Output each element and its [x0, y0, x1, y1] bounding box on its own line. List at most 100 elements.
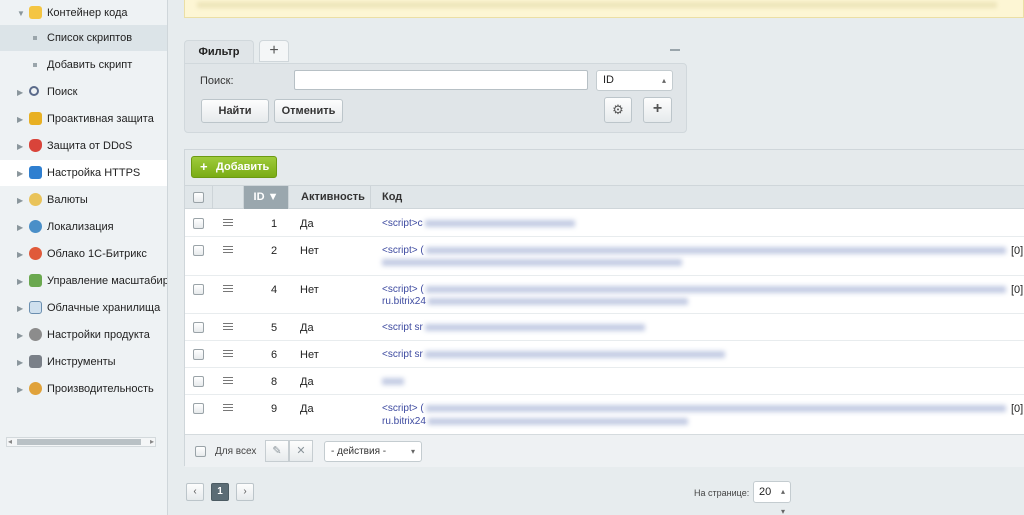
row-checkbox[interactable] — [193, 284, 204, 295]
collapse-filter-icon[interactable] — [670, 43, 680, 53]
drag-handle-icon[interactable] — [223, 246, 233, 255]
add-filter-field-button[interactable]: + — [643, 97, 672, 123]
sidebar-item-label: Облачные хранилища — [47, 302, 161, 314]
drag-handle-icon[interactable] — [223, 377, 233, 386]
storage-icon — [29, 301, 42, 314]
gear-icon[interactable]: ⚙ — [604, 97, 632, 123]
shield-icon — [29, 139, 42, 152]
chevron-right-icon[interactable]: ▶ — [17, 277, 23, 286]
scrollbar-thumb[interactable] — [17, 439, 141, 445]
select-all-checkbox[interactable] — [193, 192, 204, 203]
sidebar-item-script-list[interactable]: Список скриптов — [0, 25, 167, 51]
row-code[interactable]: <script> ( — [382, 403, 1006, 414]
chevron-right-icon[interactable]: ▶ — [17, 196, 23, 205]
sidebar-item-https[interactable]: ▶ Настройка HTTPS — [0, 160, 167, 186]
drag-handle-icon[interactable] — [223, 350, 233, 359]
chevron-right-icon[interactable]: ▶ — [17, 331, 23, 340]
chevron-right-icon[interactable]: ▶ — [17, 169, 23, 178]
chevron-right-icon[interactable]: ▶ — [17, 142, 23, 151]
chevron-down-icon[interactable]: ▼ — [17, 9, 25, 18]
row-code[interactable]: <script> ( — [382, 245, 1006, 256]
cloud-icon — [29, 247, 42, 260]
chevron-right-icon[interactable]: ▶ — [17, 223, 23, 232]
sidebar-item-label: Настройки продукта — [47, 329, 150, 341]
row-code[interactable]: <script sr — [382, 322, 645, 333]
per-page-select[interactable]: 20 ▴ ▾ — [753, 481, 791, 515]
table-row[interactable]: 4 Нет <script> ( ru.bitrix24 [0]; — [185, 276, 1024, 314]
apply-all-checkbox[interactable] — [195, 446, 206, 457]
page-1-button[interactable]: 1 — [211, 483, 229, 501]
list-footer: Для всех ✎ ✕ - действия - ▾ — [185, 434, 1024, 467]
scroll-right-icon[interactable]: ▸ — [150, 437, 154, 446]
add-script-button[interactable]: + Добавить — [191, 156, 277, 178]
next-page-button[interactable]: › — [236, 483, 254, 501]
chevron-right-icon[interactable]: ▶ — [17, 385, 23, 394]
row-code[interactable]: <script> ( — [382, 284, 1006, 295]
sidebar-item-performance[interactable]: ▶ Производительность — [0, 376, 167, 402]
sidebar-item-code-container[interactable]: ▼ Контейнер кода — [0, 0, 167, 26]
row-checkbox[interactable] — [193, 403, 204, 414]
search-input[interactable] — [294, 70, 588, 90]
sidebar-item-proactive[interactable]: ▶ Проактивная защита — [0, 106, 167, 132]
table-row[interactable]: 1 Да <script>c — [185, 210, 1024, 237]
row-checkbox[interactable] — [193, 322, 204, 333]
chevron-right-icon[interactable]: ▶ — [17, 358, 23, 367]
column-header-active[interactable]: Активность — [289, 186, 371, 209]
find-button[interactable]: Найти — [201, 99, 269, 123]
https-lock-icon — [29, 166, 42, 179]
speedometer-icon — [29, 382, 42, 395]
actions-select[interactable]: - действия - ▾ — [324, 441, 422, 462]
sidebar-item-ddos[interactable]: ▶ Защита от DDoS — [0, 133, 167, 159]
row-code[interactable] — [382, 376, 404, 387]
sidebar-item-cloud-storage[interactable]: ▶ Облачные хранилища — [0, 295, 167, 321]
table-row[interactable]: 5 Да <script sr — [185, 314, 1024, 341]
blurred-code — [427, 297, 688, 305]
drag-handle-icon[interactable] — [223, 219, 233, 228]
scroll-left-icon[interactable]: ◂ — [8, 437, 12, 446]
cancel-button[interactable]: Отменить — [274, 99, 343, 123]
table-row[interactable]: 2 Нет <script> ( [0]; — [185, 237, 1024, 276]
row-checkbox[interactable] — [193, 349, 204, 360]
blurred-code — [427, 417, 688, 425]
row-active: Да — [300, 218, 314, 230]
row-checkbox[interactable] — [193, 245, 204, 256]
sidebar-item-add-script[interactable]: Добавить скрипт — [0, 52, 167, 78]
row-id: 6 — [271, 349, 278, 361]
sidebar-item-bitrix-cloud[interactable]: ▶ Облако 1С-Битрикс — [0, 241, 167, 267]
row-code-line2-text: ru.bitrix24 — [382, 296, 426, 307]
row-checkbox[interactable] — [193, 218, 204, 229]
apply-all-label: Для всех — [215, 446, 257, 457]
delete-icon[interactable]: ✕ — [289, 440, 313, 462]
sidebar-item-currency[interactable]: ▶ Валюты — [0, 187, 167, 213]
row-checkbox[interactable] — [193, 376, 204, 387]
table-row[interactable]: 8 Да — [185, 368, 1024, 395]
edit-icon[interactable]: ✎ — [265, 440, 289, 462]
drag-handle-icon[interactable] — [223, 404, 233, 413]
search-field-select[interactable]: ID ▴▾ — [596, 70, 673, 104]
table-row[interactable]: 6 Нет <script sr — [185, 341, 1024, 368]
sidebar-item-label: Список скриптов — [47, 32, 133, 44]
row-code-line2: ru.bitrix24 — [382, 296, 688, 307]
chevron-right-icon[interactable]: ▶ — [17, 304, 23, 313]
add-filter-tab-button[interactable]: + — [259, 40, 289, 62]
sidebar-item-search[interactable]: ▶ Поиск — [0, 79, 167, 105]
sidebar-horizontal-scrollbar[interactable]: ◂ ▸ — [6, 437, 156, 447]
sidebar-item-localization[interactable]: ▶ Локализация — [0, 214, 167, 240]
chevron-right-icon[interactable]: ▶ — [17, 115, 23, 124]
prev-page-button[interactable]: ‹ — [186, 483, 204, 501]
column-header-id[interactable]: ID ▼ — [244, 186, 289, 209]
drag-handle-icon[interactable] — [223, 285, 233, 294]
sidebar-item-label: Настройка HTTPS — [47, 167, 141, 179]
chevron-right-icon[interactable]: ▶ — [17, 88, 23, 97]
drag-handle-icon[interactable] — [223, 323, 233, 332]
sidebar-item-scaling[interactable]: ▶ Управление масштабирова — [0, 268, 167, 294]
table-header: ID ▼ Активность Код — [185, 185, 1024, 209]
row-code[interactable]: <script>c — [382, 218, 575, 229]
sidebar-item-tools[interactable]: ▶ Инструменты — [0, 349, 167, 375]
sidebar-item-product-settings[interactable]: ▶ Настройки продукта — [0, 322, 167, 348]
chevron-right-icon[interactable]: ▶ — [17, 250, 23, 259]
row-code[interactable]: <script sr — [382, 349, 725, 360]
tab-filter[interactable]: Фильтр — [184, 40, 254, 64]
column-header-code[interactable]: Код — [371, 186, 1024, 209]
table-row[interactable]: 9 Да <script> ( ru.bitrix24 [0]; — [185, 395, 1024, 433]
